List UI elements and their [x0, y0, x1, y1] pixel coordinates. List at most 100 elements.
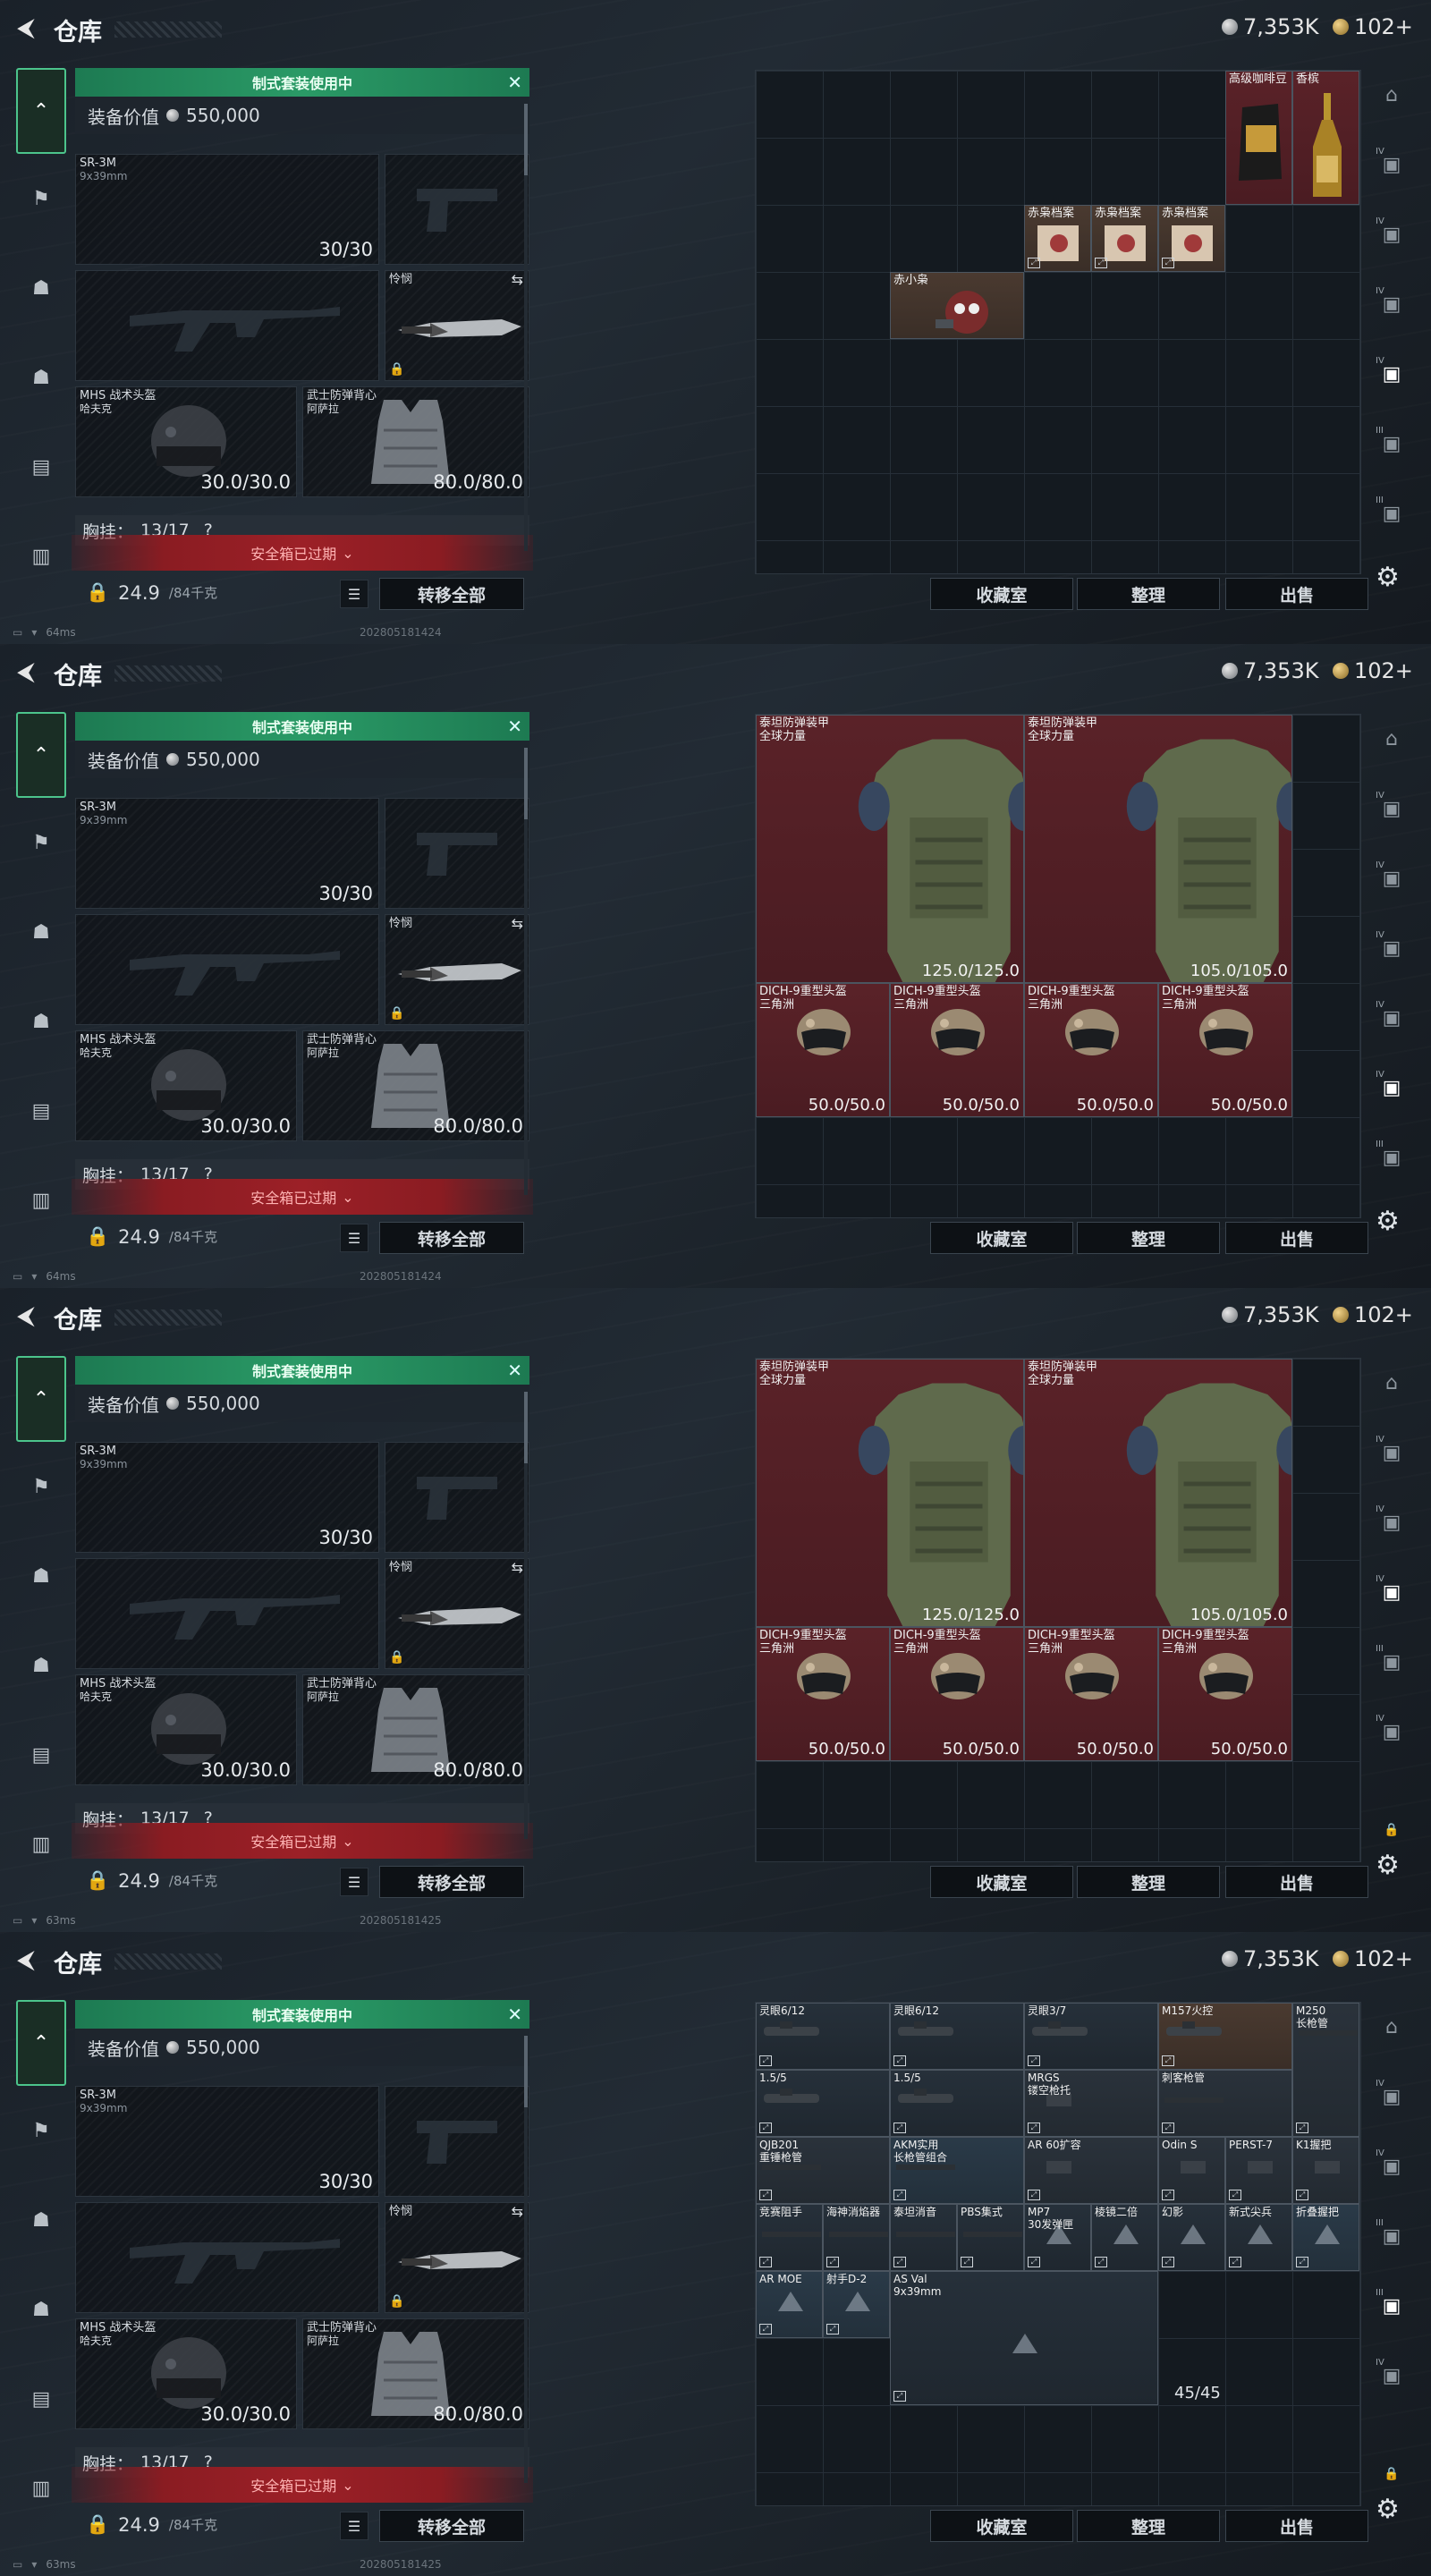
attachment-item[interactable]: M157火控 ⤢ — [1158, 2003, 1292, 2070]
primary-weapon-slot[interactable]: SR-3M 9x39mm 30/30 — [75, 154, 379, 265]
attachment-item[interactable]: AS Val 9x39mm ⤢ — [890, 2271, 1158, 2405]
stash-page-tab[interactable]: ⌂ — [1370, 1360, 1413, 1406]
melee-slot[interactable]: 怜悯 ⇆ 🔒 — [385, 2202, 529, 2313]
attachment-item[interactable]: 棱镜二倍 ⤢ — [1091, 2204, 1158, 2271]
armor-slot[interactable]: 武士防弹背心 阿萨拉 80.0/80.0 — [302, 386, 529, 497]
tab-case[interactable]: ▥ — [16, 1819, 66, 1869]
helmet-slot[interactable]: MHS 战术头盔 哈夫克 30.0/30.0 — [75, 386, 297, 497]
stash-item[interactable]: 赤枭档案 ⤢ — [1158, 205, 1225, 272]
tab-weapons[interactable]: ⌃ — [16, 2000, 66, 2086]
stash-page-tab[interactable]: ▣ III — [1370, 490, 1413, 537]
list-view-button[interactable]: ☰ — [340, 2512, 368, 2540]
tab-armor[interactable]: ⚑ — [16, 818, 66, 868]
gold-currency[interactable]: 102+ — [1333, 1302, 1413, 1327]
attachment-item[interactable]: 1.5/5 ⤢ — [756, 2070, 890, 2137]
tab-pouch[interactable]: ▤ — [16, 1086, 66, 1136]
stash-item[interactable]: 赤枭档案 ⤢ — [1091, 205, 1158, 272]
helmet-item[interactable]: DICH-9重型头盔 三角洲 50.0/50.0 — [756, 983, 890, 1117]
safe-box-expired-banner[interactable]: 安全箱已过期 ⌄ — [72, 2467, 533, 2503]
sell-button[interactable]: 出售 — [1225, 1866, 1368, 1898]
helmet-item[interactable]: DICH-9重型头盔 三角洲 50.0/50.0 — [1024, 1627, 1158, 1761]
tab-weapons[interactable]: ⌃ — [16, 1356, 66, 1442]
stash-page-tab[interactable]: ▣ IV — [1370, 141, 1413, 188]
gold-currency[interactable]: 102+ — [1333, 14, 1413, 39]
secondary-weapon-slot[interactable] — [75, 270, 379, 381]
transfer-all-button[interactable]: 转移全部 — [379, 578, 524, 610]
safe-box-expired-banner[interactable]: 安全箱已过期 ⌄ — [72, 535, 533, 571]
attachment-item[interactable]: 折叠握把 ⤢ — [1292, 2204, 1359, 2271]
tab-pouch[interactable]: ▤ — [16, 1730, 66, 1780]
tab-rig[interactable]: ☗ — [16, 1551, 66, 1601]
attachment-item[interactable]: AR 60扩容 ⤢ — [1024, 2137, 1158, 2204]
swap-icon[interactable]: ⇆ — [512, 273, 523, 287]
stash-page-tab[interactable]: ▣ IV — [1370, 281, 1413, 327]
stash-page-tab[interactable]: ⌂ — [1370, 2004, 1413, 2050]
helmet-slot[interactable]: MHS 战术头盔 哈夫克 30.0/30.0 — [75, 1674, 297, 1785]
stash-page-tab[interactable]: ▣ III — [1370, 1134, 1413, 1181]
attachment-item[interactable]: 新式尖兵 ⤢ — [1225, 2204, 1292, 2271]
stash-page-tab[interactable]: ▣ IV — [1370, 211, 1413, 258]
swap-icon[interactable]: ⇆ — [512, 917, 523, 931]
armor-item[interactable]: 泰坦防弹装甲 全球力量 125.0/125.0 — [756, 1359, 1024, 1627]
helmet-item[interactable]: DICH-9重型头盔 三角洲 50.0/50.0 — [890, 1627, 1024, 1761]
stash-item[interactable]: 高级咖啡豆 — [1225, 71, 1292, 205]
stash-page-tab[interactable]: ▣ IV — [1370, 1499, 1413, 1546]
stash-item[interactable]: 香槟 — [1292, 71, 1359, 205]
tab-armor[interactable]: ⚑ — [16, 2106, 66, 2156]
settings-gear-icon[interactable]: ⚙ — [1376, 1206, 1400, 1237]
sort-button[interactable]: 整理 — [1077, 578, 1220, 610]
tab-rig[interactable]: ☗ — [16, 263, 66, 313]
pistol-slot[interactable] — [385, 798, 529, 909]
attachment-item[interactable]: 泰坦消音 ⤢ — [890, 2204, 957, 2271]
swap-icon[interactable]: ⇆ — [512, 1561, 523, 1575]
stash-item[interactable]: 赤枭档案 ⤢ — [1024, 205, 1091, 272]
tab-case[interactable]: ▥ — [16, 1175, 66, 1225]
stash-page-tab[interactable]: ▣ III — [1370, 420, 1413, 467]
primary-weapon-slot[interactable]: SR-3M 9x39mm 30/30 — [75, 2086, 379, 2197]
stash-page-tab[interactable]: ▣ III — [1370, 2213, 1413, 2259]
attachment-item[interactable]: AR MOE ⤢ — [756, 2271, 823, 2338]
silver-currency[interactable]: 7,353K — [1222, 1302, 1318, 1327]
attachment-item[interactable]: 竞赛阻手 ⤢ — [756, 2204, 823, 2271]
stash-page-tab[interactable]: ▣ IV — [1370, 1064, 1413, 1111]
stash-page-tab[interactable]: ▣ IV — [1370, 2352, 1413, 2399]
stash-page-tab[interactable]: ▣ III — [1370, 1639, 1413, 1685]
helmet-item[interactable]: DICH-9重型头盔 三角洲 50.0/50.0 — [1158, 1627, 1292, 1761]
collection-room-button[interactable]: 收藏室 — [930, 1866, 1073, 1898]
close-icon[interactable]: ✕ — [507, 2004, 522, 2025]
sell-button[interactable]: 出售 — [1225, 578, 1368, 610]
attachment-item[interactable]: 刺客枪管 ⤢ — [1158, 2070, 1292, 2137]
back-arrow-icon[interactable]: ⮜ — [13, 14, 39, 41]
stash-page-tab[interactable]: ▣ IV — [1370, 2073, 1413, 2120]
silver-currency[interactable]: 7,353K — [1222, 1946, 1318, 1971]
attachment-item[interactable]: PERST-7 ⤢ — [1225, 2137, 1292, 2204]
attachment-item[interactable]: K1握把 ⤢ — [1292, 2137, 1359, 2204]
settings-gear-icon[interactable]: ⚙ — [1376, 2494, 1400, 2525]
attachment-item[interactable]: 灵眼3/7 ⤢ — [1024, 2003, 1158, 2070]
secondary-weapon-slot[interactable] — [75, 2202, 379, 2313]
attachment-item[interactable]: M250 长枪管 ⤢ — [1292, 2003, 1359, 2137]
gold-currency[interactable]: 102+ — [1333, 1946, 1413, 1971]
tab-armor[interactable]: ⚑ — [16, 174, 66, 224]
helmet-item[interactable]: DICH-9重型头盔 三角洲 50.0/50.0 — [1158, 983, 1292, 1117]
tab-backpack[interactable]: ☗ — [16, 352, 66, 402]
list-view-button[interactable]: ☰ — [340, 1868, 368, 1896]
safe-box-expired-banner[interactable]: 安全箱已过期 ⌄ — [72, 1179, 533, 1215]
stash-page-tab[interactable]: ▣ IV — [1370, 2143, 1413, 2190]
sell-button[interactable]: 出售 — [1225, 2510, 1368, 2542]
collection-room-button[interactable]: 收藏室 — [930, 578, 1073, 610]
transfer-all-button[interactable]: 转移全部 — [379, 1222, 524, 1254]
tab-rig[interactable]: ☗ — [16, 907, 66, 957]
melee-slot[interactable]: 怜悯 ⇆ 🔒 — [385, 914, 529, 1025]
tab-weapons[interactable]: ⌃ — [16, 712, 66, 798]
stash-grid[interactable]: 高级咖啡豆 香槟 赤枭档案 ⤢ 赤枭档案 ⤢ 赤枭档案 ⤢ 赤小枭 — [755, 70, 1361, 574]
stash-page-tab[interactable]: ▣ IV — [1370, 785, 1413, 832]
collection-room-button[interactable]: 收藏室 — [930, 1222, 1073, 1254]
stash-page-tab[interactable]: ▣ III — [1370, 2283, 1413, 2329]
attachment-item[interactable]: QJB201 重锤枪管 ⤢ — [756, 2137, 890, 2204]
silver-currency[interactable]: 7,353K — [1222, 14, 1318, 39]
attachment-item[interactable]: 幻影 ⤢ — [1158, 2204, 1225, 2271]
armor-item[interactable]: 泰坦防弹装甲 全球力量 125.0/125.0 — [756, 715, 1024, 983]
attachment-item[interactable]: 1.5/5 ⤢ — [890, 2070, 1024, 2137]
helmet-item[interactable]: DICH-9重型头盔 三角洲 50.0/50.0 — [1024, 983, 1158, 1117]
